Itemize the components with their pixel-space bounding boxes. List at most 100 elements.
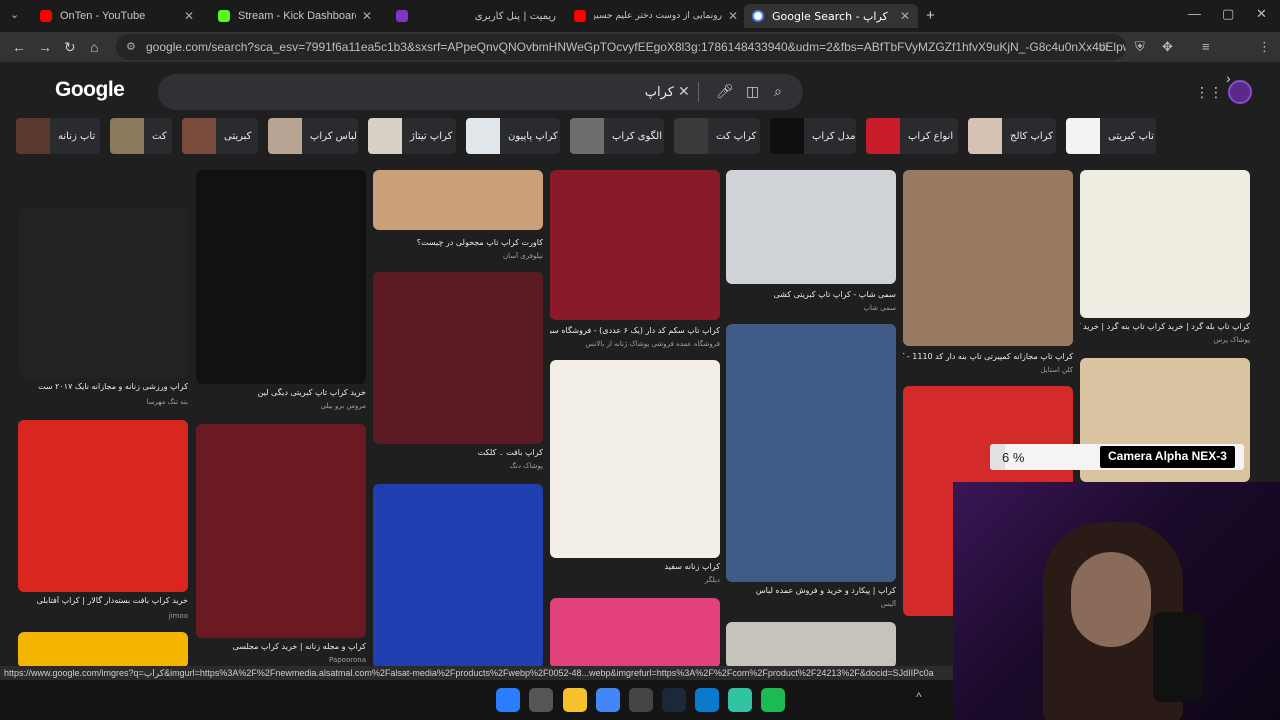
chip-10[interactable]: کراپ کالج bbox=[968, 118, 1056, 154]
image-source[interactable]: نیلوفری آسان bbox=[373, 252, 543, 260]
chip-6[interactable]: الگوی کراپ bbox=[570, 118, 664, 154]
chip-3[interactable]: لباس کراپ bbox=[268, 118, 358, 154]
chip-8[interactable]: مدل کراپ bbox=[770, 118, 856, 154]
image-result[interactable] bbox=[550, 360, 720, 558]
image-caption[interactable]: کراپ تاپ سکم کد دار (یک ۶ عددی) - فروشگا… bbox=[550, 326, 720, 335]
image-source[interactable]: آلیس bbox=[726, 600, 896, 608]
close-icon[interactable]: ✕ bbox=[900, 9, 910, 23]
image-result[interactable] bbox=[550, 598, 720, 668]
camera-lens-icon[interactable]: ◫ bbox=[746, 83, 759, 100]
image-caption[interactable]: خرید کراپ بافت بسته‌دار گالار | کراپ آفت… bbox=[18, 596, 188, 605]
tab-youtube[interactable]: OnTen - YouTube ✕ bbox=[32, 4, 202, 28]
chip-thumbnail bbox=[866, 118, 900, 154]
menu-icon[interactable]: ⋮ bbox=[1258, 39, 1271, 55]
image-result[interactable] bbox=[373, 170, 543, 230]
google-logo[interactable]: Google bbox=[55, 78, 125, 102]
file-explorer-icon[interactable] bbox=[563, 688, 587, 712]
image-result[interactable] bbox=[18, 208, 188, 378]
vscode-icon[interactable] bbox=[695, 688, 719, 712]
tray-chevron-icon[interactable]: ^ bbox=[916, 690, 922, 704]
clear-icon[interactable]: ✕ bbox=[678, 83, 690, 100]
image-source[interactable]: Papoorona bbox=[196, 656, 366, 664]
reload-icon[interactable]: ↻ bbox=[64, 39, 76, 56]
image-caption[interactable]: کراپ بافت ۔ کلکت bbox=[373, 448, 543, 457]
extensions-icon[interactable]: ✥ bbox=[1162, 39, 1173, 55]
address-bar[interactable]: ⚙ google.com/search?sca_esv=7991f6a11ea5… bbox=[116, 34, 1126, 60]
image-result[interactable] bbox=[550, 170, 720, 320]
image-result[interactable] bbox=[373, 272, 543, 444]
bookmark-star-icon[interactable]: ☆ bbox=[1098, 39, 1110, 55]
image-result[interactable] bbox=[196, 424, 366, 638]
image-result[interactable] bbox=[726, 622, 896, 668]
image-caption[interactable]: خرید کراپ تاپ کبریتی دیگی لین bbox=[196, 388, 366, 397]
image-result[interactable] bbox=[726, 170, 896, 284]
chip-7[interactable]: کراپ کت bbox=[674, 118, 760, 154]
new-tab-button[interactable]: + bbox=[926, 7, 935, 24]
image-result[interactable] bbox=[196, 170, 366, 384]
apps-grid-icon[interactable]: ⋮⋮ bbox=[1195, 84, 1223, 101]
chip-11[interactable]: تاپ کبریتی bbox=[1066, 118, 1156, 154]
account-avatar[interactable] bbox=[1228, 80, 1252, 104]
tab-search-icon[interactable]: ⌄ bbox=[10, 8, 19, 21]
obs-icon[interactable] bbox=[629, 688, 653, 712]
image-source[interactable]: مروس برو بیلی bbox=[196, 402, 366, 410]
maximize-icon[interactable]: ▢ bbox=[1222, 6, 1234, 22]
chrome-icon[interactable] bbox=[596, 688, 620, 712]
search-input[interactable] bbox=[174, 82, 674, 102]
image-caption[interactable]: کراپ ورزشی زنانه و مجازانه نایک ۲۰۱۷ ست bbox=[18, 382, 188, 391]
tab-pinned[interactable] bbox=[388, 4, 432, 28]
shield-icon[interactable]: ⛨ bbox=[1135, 39, 1145, 55]
image-source[interactable]: jimoo bbox=[18, 612, 188, 620]
image-caption[interactable]: کراپ | پیکارد و خرید و فروش عمده لباس bbox=[726, 586, 896, 595]
microphone-icon[interactable]: 🎤︎ bbox=[716, 83, 734, 100]
close-icon[interactable]: ✕ bbox=[362, 9, 372, 23]
image-source[interactable]: دیلگر bbox=[550, 576, 720, 584]
image-source[interactable]: سمی شاپ bbox=[726, 304, 896, 312]
image-caption[interactable]: سمی شاپ - کراپ تاپ کبریتی کشی bbox=[726, 290, 896, 299]
image-result[interactable] bbox=[903, 170, 1073, 346]
minimize-icon[interactable]: — bbox=[1188, 6, 1201, 21]
streamlabs-icon[interactable] bbox=[728, 688, 752, 712]
image-result[interactable] bbox=[1080, 170, 1250, 318]
image-source[interactable]: پوشاک دنگ bbox=[373, 462, 543, 470]
tab-google-search[interactable]: Google Search - کراپ ✕ bbox=[744, 4, 918, 28]
forward-icon[interactable]: → bbox=[38, 39, 52, 55]
chip-5[interactable]: کراپ پاپیون bbox=[466, 118, 560, 154]
webcam-overlay bbox=[953, 482, 1280, 720]
windows-start-icon[interactable] bbox=[496, 688, 520, 712]
image-caption[interactable]: کراپ تاپ مجازانه کمپیرتی تاپ بنه دار کد … bbox=[903, 352, 1073, 361]
image-source[interactable]: فروشگاه عمده فروشی پوشاک ژنانه از بالانس bbox=[550, 340, 720, 348]
streamer-face bbox=[1071, 552, 1151, 647]
tab-kick-dashboard[interactable]: Stream - Kick Dashboard ✕ bbox=[210, 4, 380, 28]
image-result[interactable] bbox=[373, 484, 543, 668]
window-close-icon[interactable]: ✕ bbox=[1256, 6, 1267, 22]
image-caption[interactable]: کراپ زنانه سفید bbox=[550, 562, 720, 571]
close-icon[interactable]: ✕ bbox=[728, 9, 738, 23]
search-icon[interactable]: ⌕ bbox=[774, 83, 782, 100]
steam-icon[interactable] bbox=[662, 688, 686, 712]
site-info-icon[interactable]: ⚙ bbox=[126, 40, 136, 53]
settings-icon[interactable] bbox=[529, 688, 553, 712]
image-caption[interactable]: کراپ و مجله زنانه | خرید کراپ مجلسی bbox=[196, 642, 366, 651]
image-caption[interactable]: کراپ تاپ بله گرد | خرید کراپ تاپ بنه گرد… bbox=[1080, 322, 1250, 331]
tab-youtube-video[interactable]: رونمایی از دوست دختر علیم حسین... ✕ bbox=[566, 4, 746, 28]
home-icon[interactable]: ⌂ bbox=[90, 39, 98, 55]
chip-1[interactable]: کت bbox=[110, 118, 172, 154]
tab-panel[interactable]: ریمیت | پنل کاربری bbox=[440, 4, 564, 28]
image-result[interactable] bbox=[18, 420, 188, 592]
image-result[interactable] bbox=[18, 632, 188, 668]
close-icon[interactable]: ✕ bbox=[184, 9, 194, 23]
media-icon[interactable]: ≡ bbox=[1202, 39, 1210, 54]
chip-4[interactable]: کراپ تیتاژ bbox=[368, 118, 456, 154]
spotify-icon[interactable] bbox=[761, 688, 785, 712]
image-source[interactable]: کلن استایل bbox=[903, 366, 1073, 374]
image-result[interactable] bbox=[726, 324, 896, 582]
chip-2[interactable]: کبریتی bbox=[182, 118, 258, 154]
chip-0[interactable]: تاپ زنانه bbox=[16, 118, 100, 154]
image-caption[interactable]: کاورت کراپ تاپ مجحولی در چیست؟ bbox=[373, 238, 543, 247]
chevron-right-icon[interactable]: › bbox=[1226, 70, 1231, 86]
back-icon[interactable]: ← bbox=[12, 39, 26, 55]
image-source[interactable]: پوشاک پرس bbox=[1080, 336, 1250, 344]
image-source[interactable]: بنه تنگ مهرسا bbox=[18, 398, 188, 406]
chip-9[interactable]: انواع کراپ bbox=[866, 118, 958, 154]
